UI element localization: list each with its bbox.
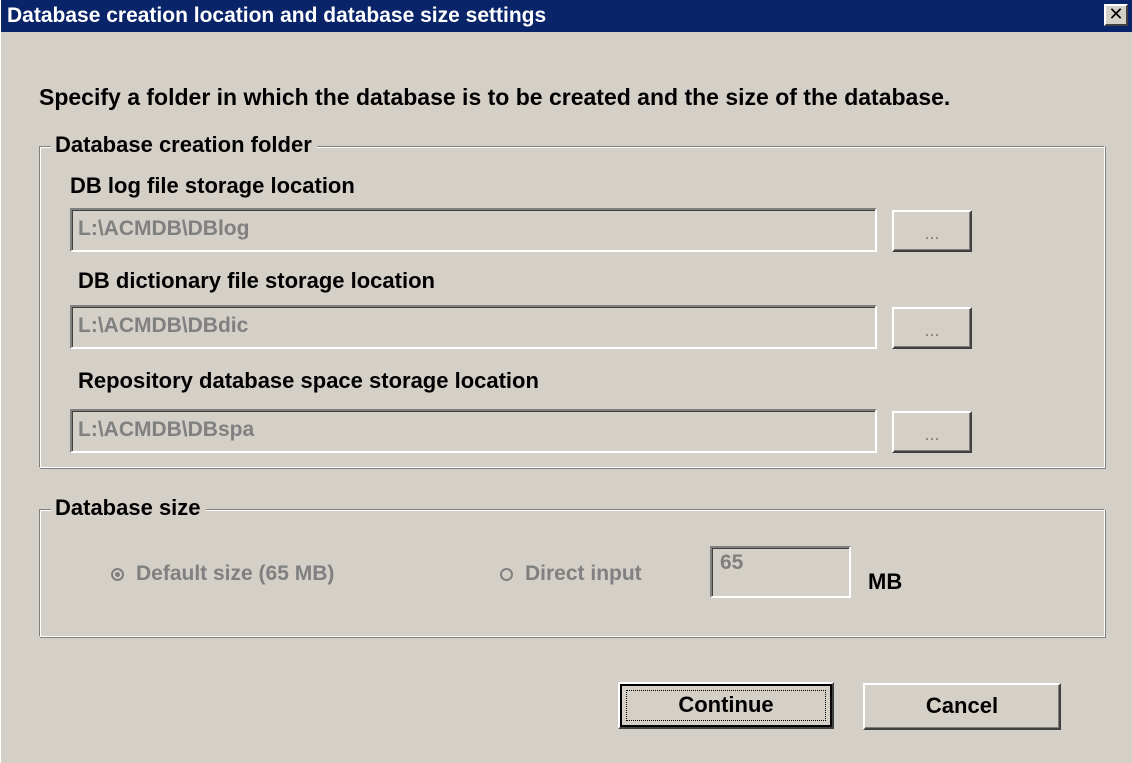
close-icon: ✕: [1108, 4, 1124, 24]
direct-input-radio[interactable]: Direct input: [500, 562, 642, 586]
instruction-text: Specify a folder in which the database i…: [39, 84, 951, 110]
dbdic-label: DB dictionary file storage location: [78, 268, 435, 293]
window-title: Database creation location and database …: [7, 4, 547, 27]
dialog-window: Database creation location and database …: [0, 0, 1132, 763]
radio-checked-icon: [111, 567, 124, 581]
cancel-button-label: Cancel: [925, 693, 999, 718]
dbdic-path-field[interactable]: L:\ACMDB\DBdic: [70, 305, 877, 349]
radio-unchecked-icon: [500, 567, 513, 581]
direct-input-label: Direct input: [525, 562, 642, 585]
dbspa-label: Repository database space storage locati…: [78, 368, 539, 393]
dbspa-path-field[interactable]: L:\ACMDB\DBspa: [70, 409, 877, 453]
title-bar: Database creation location and database …: [1, 0, 1132, 32]
continue-button[interactable]: Continue: [618, 682, 834, 729]
dblog-path-field[interactable]: L:\ACMDB\DBlog: [70, 208, 877, 252]
cancel-button[interactable]: Cancel: [863, 683, 1061, 730]
dblog-label: DB log file storage location: [70, 173, 355, 198]
dbspa-browse-button[interactable]: ...: [892, 411, 972, 453]
size-unit-label: MB: [868, 569, 903, 594]
size-input-field[interactable]: 65: [710, 546, 851, 598]
dblog-browse-button[interactable]: ...: [892, 210, 972, 252]
close-button[interactable]: ✕: [1104, 4, 1128, 26]
default-size-label: Default size (65 MB): [136, 562, 335, 585]
continue-button-label: Continue: [678, 692, 774, 717]
database-size-group-title: Database size: [51, 495, 206, 521]
default-size-radio[interactable]: Default size (65 MB): [111, 562, 334, 586]
creation-folder-group-title: Database creation folder: [51, 132, 317, 158]
dbdic-browse-button[interactable]: ...: [892, 307, 972, 349]
